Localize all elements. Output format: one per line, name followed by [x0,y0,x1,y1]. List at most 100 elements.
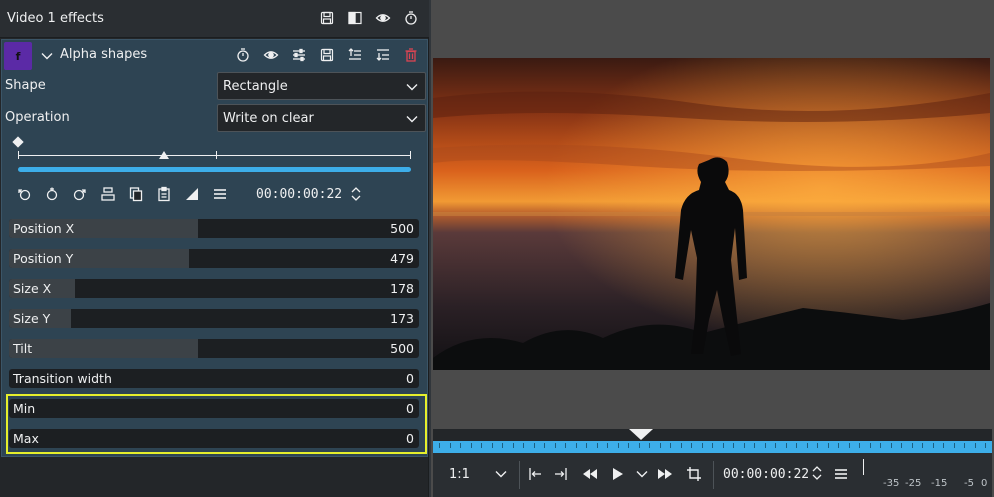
menu-icon[interactable] [833,466,849,482]
ruler-tick [943,443,944,448]
add-keyframe-icon[interactable] [44,186,60,202]
ruler-tick [512,443,514,448]
audio-meter-label: -5 [964,478,974,489]
ruler-tick [712,443,713,448]
keyframe-timeline[interactable] [12,136,414,173]
menu-icon[interactable] [212,186,228,202]
param-slider-size-y[interactable]: Size Y 173 [9,309,419,328]
ruler-tick [628,443,629,448]
zoom-value[interactable]: 1:1 [449,467,470,482]
toolbar-separator [519,461,520,489]
ruler-tick [470,443,472,448]
ruler-tick [764,443,766,448]
ruler-tick [901,443,902,448]
monitor-timecode[interactable]: 00:00:00:22 [723,467,809,482]
move-up-icon[interactable] [347,47,363,63]
ruler-tick [775,443,776,448]
ruler-tick [607,443,608,448]
operation-dropdown[interactable]: Write on clear [217,104,426,132]
chevron-down-icon[interactable] [493,466,509,482]
monitor-toolbar: 1:1 00:00:00:22 -35 -25 -15 -5 0 [433,453,992,497]
set-out-point-icon[interactable] [553,466,569,482]
ruler-tick [617,443,619,448]
monitor-timeline-ruler[interactable] [433,429,992,453]
ruler-tick [586,443,587,448]
monitor-playhead[interactable] [629,429,653,440]
ruler-tick [964,443,965,448]
eye-icon[interactable] [375,10,391,26]
ruler-tick [216,151,217,159]
spin-down-icon[interactable] [811,473,823,482]
slider-label: Size X [13,281,52,296]
keyframe-timecode[interactable]: 00:00:00:22 [256,187,342,202]
save-stack-icon[interactable] [319,10,335,26]
effect-name: Alpha shapes [60,47,148,62]
ruler-tick [806,443,808,448]
ruler-tick [922,443,923,448]
shape-dropdown[interactable]: Rectangle [217,72,426,100]
interpolation-icon[interactable] [184,186,200,202]
keyframe-toolbar: 00:00:00:22 [16,183,416,205]
effect-header: f Alpha shapes [2,40,427,70]
ruler-tick [743,443,745,448]
audio-meter-label: -15 [931,478,948,489]
keyframe-zoom-bar[interactable] [18,167,411,172]
slider-value: 479 [390,251,414,266]
param-slider-transition-width[interactable]: Transition width 0 [9,369,419,388]
video-preview[interactable] [433,58,990,370]
ruler-tick [827,443,829,448]
next-keyframe-icon[interactable] [72,186,88,202]
previous-keyframe-icon[interactable] [16,186,32,202]
ruler-tick [638,443,640,448]
compare-split-icon[interactable] [347,10,363,26]
ruler-tick [869,443,871,448]
ruler-tick [796,443,797,448]
chevron-down-icon[interactable] [39,48,55,64]
effects-panel: Video 1 effects f Alpha shapes Shape Rec… [0,0,429,497]
monitor-timecode-spinner[interactable] [811,464,823,482]
timer-icon[interactable] [235,47,251,63]
eye-icon[interactable] [263,47,279,63]
ruler-tick [460,443,461,448]
slider-value: 0 [406,371,414,386]
spin-up-icon[interactable] [811,464,823,473]
crop-icon[interactable] [686,466,702,482]
ruler-tick [985,443,986,448]
set-in-point-icon[interactable] [527,466,543,482]
param-slider-position-x[interactable]: Position X 500 [9,219,419,238]
chevron-down-icon [404,111,420,127]
adjust-icon[interactable] [291,47,307,63]
align-keyframe-icon[interactable] [100,186,116,202]
save-icon[interactable] [319,47,335,63]
shape-label: Shape [5,78,46,93]
timecode-spinner[interactable] [350,185,362,203]
move-down-icon[interactable] [375,47,391,63]
fast-forward-icon[interactable] [657,466,673,482]
keyframe-cursor[interactable] [159,151,169,159]
spin-down-icon[interactable] [350,194,362,203]
ruler-tick [890,443,892,448]
spin-up-icon[interactable] [350,185,362,194]
ruler-tick [565,443,566,448]
shape-dropdown-value: Rectangle [223,78,288,94]
ruler-tick [18,151,19,159]
operation-dropdown-value: Write on clear [223,110,314,126]
param-slider-position-y[interactable]: Position Y 479 [9,249,419,268]
ruler-tick [659,443,661,448]
chevron-down-icon[interactable] [634,466,650,482]
play-icon[interactable] [609,466,625,482]
timer-icon[interactable] [403,10,419,26]
slider-label: Transition width [13,371,112,386]
ruler-tick [848,443,850,448]
ruler-tick [880,443,881,448]
param-slider-size-x[interactable]: Size X 178 [9,279,419,298]
ruler-tick [932,443,934,448]
paste-icon[interactable] [156,186,172,202]
delete-icon[interactable] [403,47,419,63]
slider-label: Position Y [13,251,74,266]
copy-icon[interactable] [128,186,144,202]
ruler-tick [554,443,556,448]
rewind-icon[interactable] [582,466,598,482]
param-slider-tilt[interactable]: Tilt 500 [9,339,419,358]
ruler-tick [544,443,545,448]
